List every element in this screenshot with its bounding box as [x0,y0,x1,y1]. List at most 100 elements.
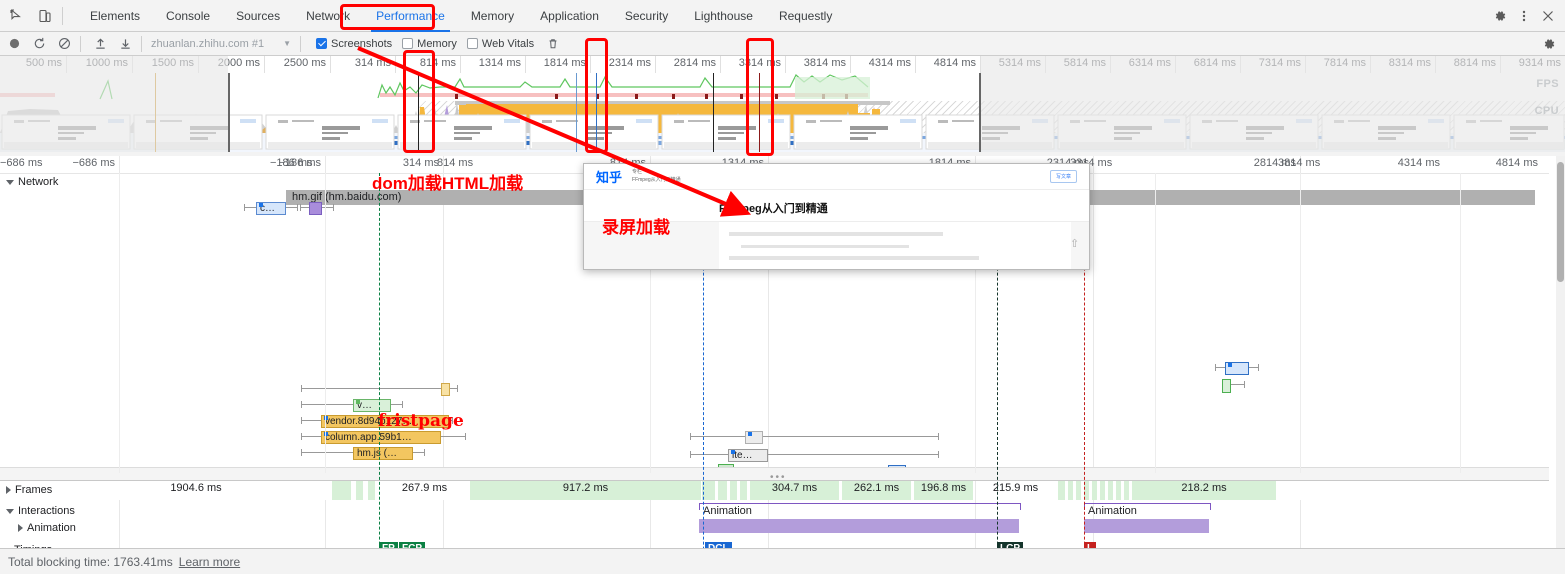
frame[interactable] [1279,481,1549,500]
timeline-overview[interactable]: 500 ms 1000 ms 1500 ms 2000 ms 2500 ms 3… [0,56,1565,153]
checkbox-box-memory [402,38,414,49]
annotation-dom-html: dom加载HTML加载 [372,174,524,193]
gridline [325,173,326,473]
detail-tick-label: 3814 ms [1278,157,1321,169]
clear-icon[interactable] [54,34,75,54]
chevron-down-icon: ▼ [283,39,291,48]
frame[interactable] [1076,481,1082,500]
record-circle-icon[interactable] [4,34,25,54]
frame[interactable]: 215.9 ms [976,481,1056,500]
frame[interactable] [1058,481,1066,500]
tab-lighthouse[interactable]: Lighthouse [681,0,766,32]
annotation-screen-recording: 录屏加载 [602,218,670,237]
frame[interactable]: 262.1 ms [842,481,912,500]
frame[interactable] [1116,481,1122,500]
interactions-section-title[interactable]: Interactions [6,505,75,517]
overview-tick: 6814 ms [1193,57,1236,69]
overview-tick: 500 ms [25,57,62,69]
detail-scrollbar[interactable] [1556,156,1565,548]
detail-tick-label: −186 ms [270,157,313,169]
detail-scrollbar-thumb[interactable] [1557,162,1564,282]
trash-icon[interactable] [542,34,563,54]
network-request-bar: column.app.59b1… [321,431,441,444]
popup-header: 知乎 专栏 FFmpeg从入门到精通 写文章 [584,164,1089,190]
web-vitals-checkbox[interactable]: Web Vitals [466,37,535,50]
gear-icon[interactable] [1489,5,1511,27]
popup-title: FFmpeg从入门到精通 [719,203,828,215]
tab-memory[interactable]: Memory [458,0,527,32]
frame[interactable] [1092,481,1098,500]
frame[interactable]: 267.9 ms [380,481,470,500]
web-vitals-label: Web Vitals [481,37,535,50]
device-toolbar-icon[interactable] [34,5,56,27]
target-select-value: zhuanlan.zhihu.com #1 [151,37,265,50]
close-icon[interactable] [1537,5,1559,27]
more-vertical-icon[interactable] [1513,5,1535,27]
devtools-tabbar: Elements Console Sources Network Perform… [0,0,1565,32]
screenshots-checkbox[interactable]: Screenshots [316,38,392,50]
table-row[interactable]: ite… [690,448,950,464]
reload-icon[interactable] [29,34,50,54]
overview-tick: 2500 ms [283,57,326,69]
network-section-resizer[interactable]: ••• [0,467,1549,483]
animation-bar[interactable] [699,519,1019,533]
tab-elements[interactable]: Elements [77,0,153,32]
tab-application[interactable]: Application [527,0,612,32]
frame[interactable]: 1904.6 ms [60,481,332,500]
detail-tick-label: 4314 ms [1397,157,1440,169]
overview-tick: 8814 ms [1453,57,1496,69]
frame[interactable] [718,481,728,500]
overview-tick: 8314 ms [1388,57,1431,69]
frame[interactable] [332,481,352,500]
overview-tick: 4814 ms [933,57,976,69]
annotation-firstpage: fristpage [378,411,464,431]
tabbar-actions [1487,5,1565,27]
load-profile-icon[interactable] [90,34,111,54]
save-profile-icon[interactable] [115,34,136,54]
overview-tick: 5314 ms [998,57,1041,69]
target-select[interactable]: zhuanlan.zhihu.com #1 ▼ [147,35,295,53]
gear-icon[interactable] [1538,34,1559,54]
frame[interactable] [740,481,748,500]
toolbar-divider-3 [300,35,301,52]
learn-more-link[interactable]: Learn more [179,555,240,569]
frame[interactable]: 917.2 ms [470,481,702,500]
overview-tick: 1314 ms [478,57,521,69]
frames-section-title[interactable]: Frames [6,484,52,496]
memory-label: Memory [417,37,457,50]
tab-requestly[interactable]: Requestly [766,0,845,32]
overview-window-handle-right[interactable] [979,73,981,152]
tab-security[interactable]: Security [612,0,681,32]
frame[interactable]: 218.2 ms [1132,481,1277,500]
frame[interactable] [730,481,738,500]
toolbar-divider-2 [141,35,142,52]
table-row[interactable]: hm.js (… [301,446,501,462]
network-section-title[interactable]: Network [6,176,58,188]
memory-checkbox[interactable]: Memory [402,38,457,50]
frame[interactable] [1124,481,1130,500]
status-bar: Total blocking time: 1763.41ms Learn mor… [0,548,1565,574]
table-row[interactable]: c… [244,201,298,217]
tab-sources[interactable]: Sources [223,0,293,32]
interactions-animation-title[interactable]: Animation [18,522,76,534]
overview-tick: 7814 ms [1323,57,1366,69]
frame[interactable] [1068,481,1074,500]
table-row[interactable] [1215,361,1275,377]
inspect-icon[interactable] [6,5,28,27]
table-row[interactable] [300,201,356,217]
table-row[interactable] [1222,378,1262,394]
frame[interactable] [368,481,376,500]
frame[interactable]: 304.7 ms [750,481,840,500]
tab-console[interactable]: Console [153,0,223,32]
table-row[interactable]: column.app.59b1… [301,430,531,446]
annotation-box-recording-marker [746,38,774,156]
frame[interactable]: 196.8 ms [914,481,974,500]
chevron-down-icon [6,508,14,514]
overview-window-handle-left[interactable] [228,73,230,152]
animation-bar[interactable] [1084,519,1209,533]
table-row[interactable] [301,382,521,398]
frame[interactable] [1100,481,1106,500]
frame[interactable] [356,481,364,500]
frame[interactable] [1108,481,1114,500]
table-row[interactable] [690,430,950,446]
